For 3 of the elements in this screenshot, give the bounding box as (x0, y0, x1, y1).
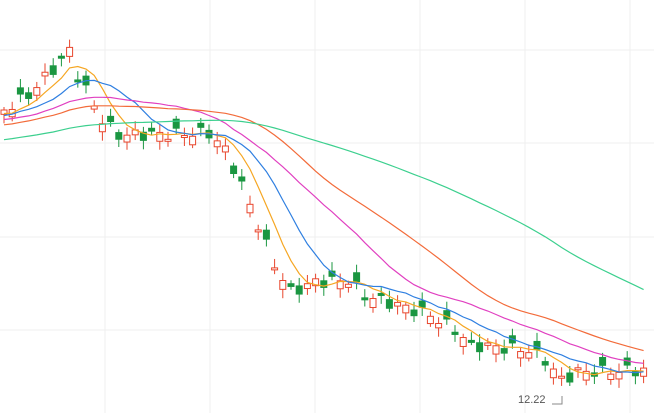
price-label: 12.22 (518, 394, 546, 406)
candlestick (246, 195, 254, 218)
leader-line (552, 396, 562, 404)
